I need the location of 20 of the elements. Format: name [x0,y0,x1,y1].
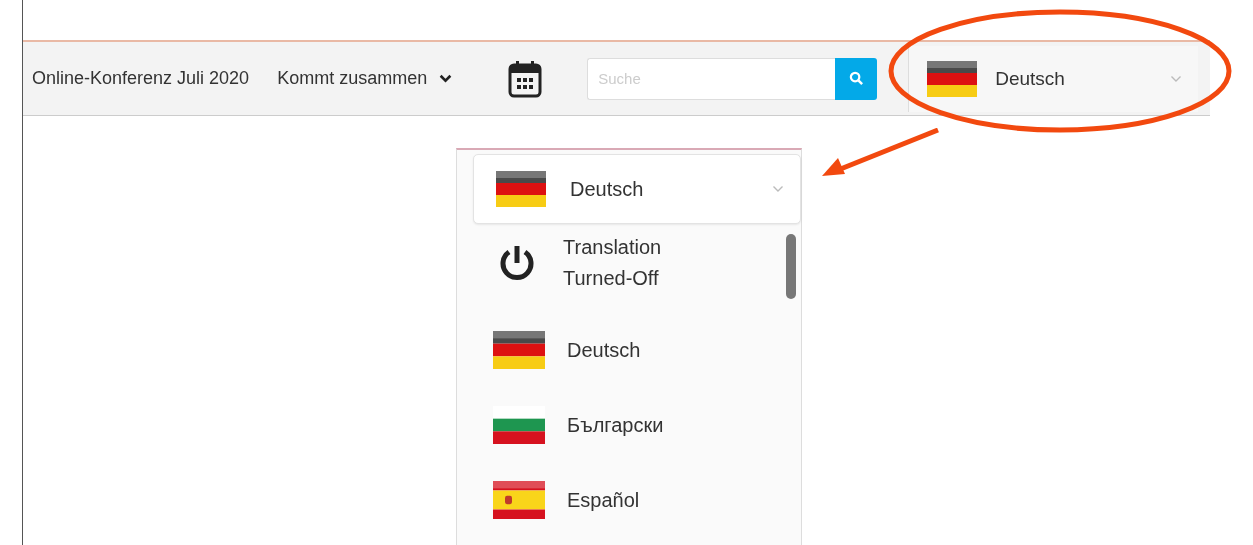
language-select[interactable]: Deutsch [908,45,1199,112]
search-button[interactable] [835,57,878,100]
language-option[interactable]: Български [493,396,733,454]
flag-icon [927,60,978,97]
language-option[interactable]: Español [493,471,733,529]
power-icon [497,243,537,283]
language-option[interactable]: Translation Turned-Off [493,232,733,294]
chevron-icon [1170,74,1183,83]
language-option[interactable]: Deutsch [493,321,733,379]
chevron-icon [772,185,784,193]
flag-icon [493,331,545,369]
conference-title: Online-Konferenz Juli 2020 [32,68,250,89]
flag-icon [496,171,546,207]
flag-icon [493,481,545,519]
scrollbar-thumb[interactable] [786,234,796,299]
language-select[interactable]: Deutsch [473,154,801,224]
search-icon [848,71,864,86]
menu-dropdown[interactable]: Kommt zusammen [277,68,453,89]
calendar-icon[interactable] [508,59,543,98]
chevron-icon [439,74,453,83]
